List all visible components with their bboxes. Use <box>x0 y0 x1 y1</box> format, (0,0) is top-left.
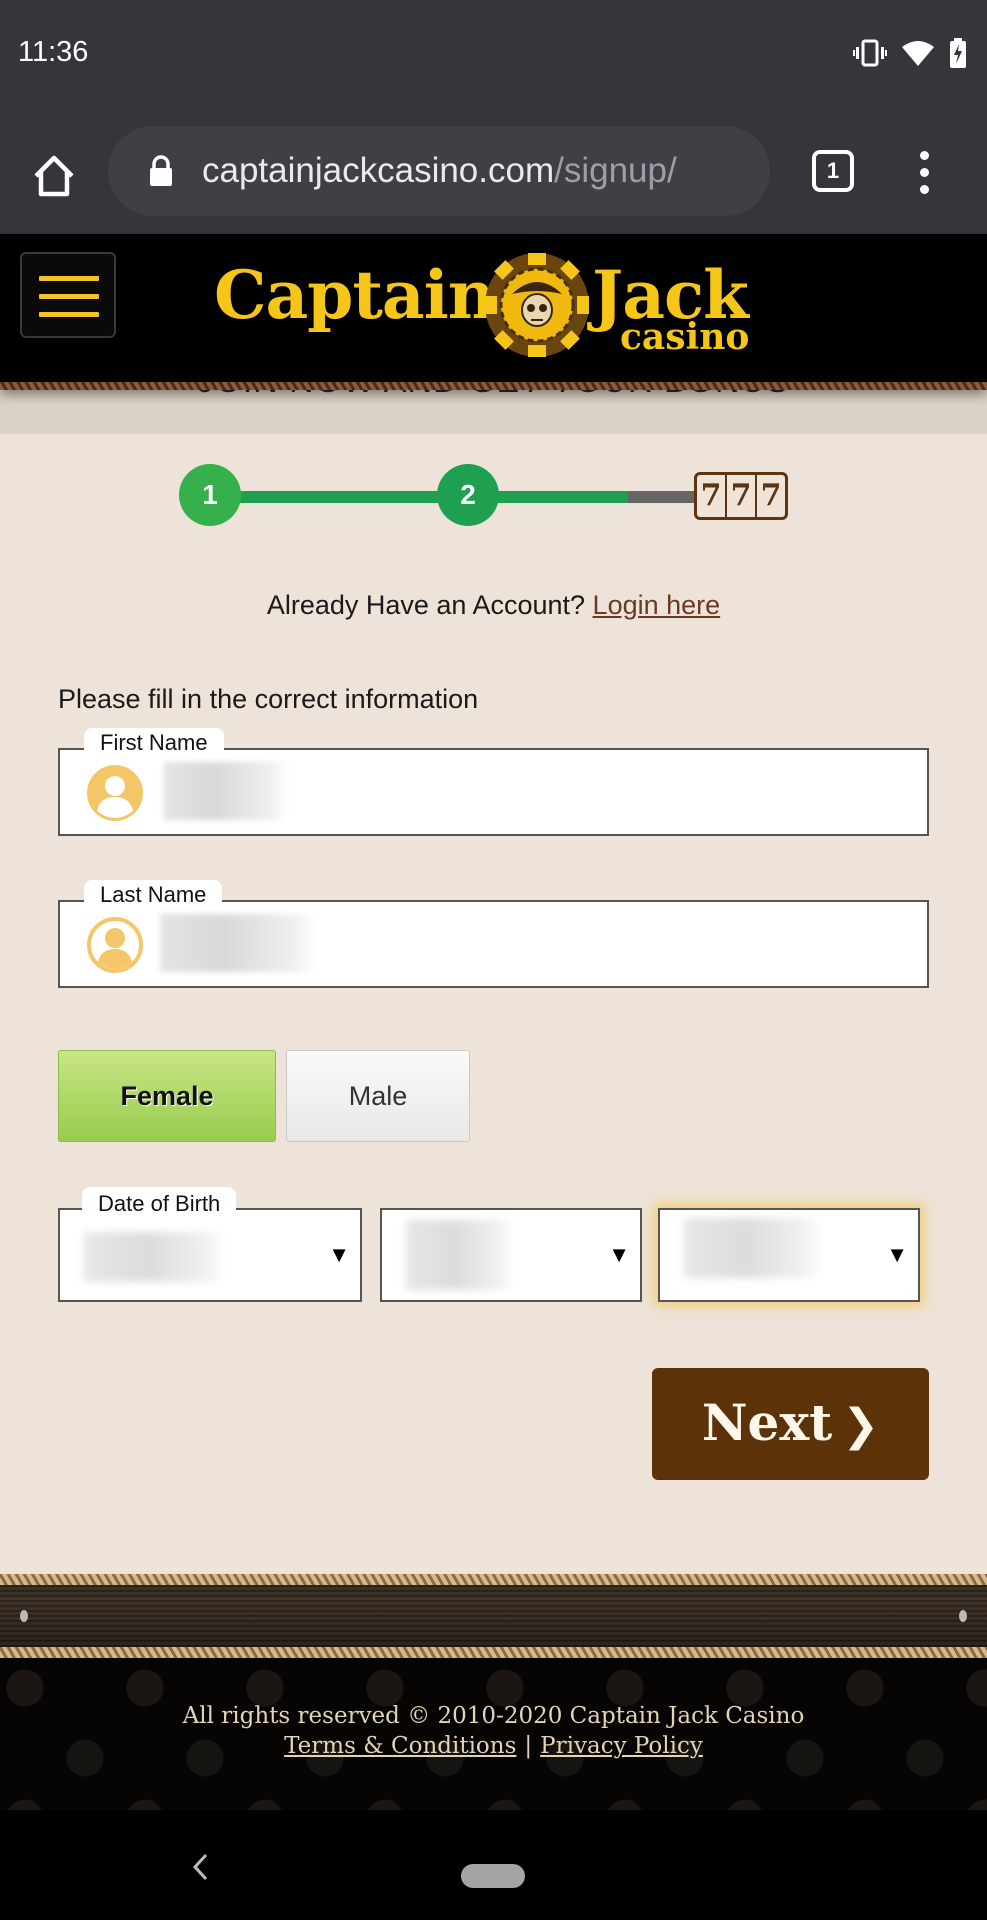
status-bar: 11:36 <box>0 0 987 110</box>
dropdown-arrow-icon: ▼ <box>608 1242 630 1267</box>
vibrate-icon <box>853 39 887 67</box>
home-button[interactable] <box>28 150 80 202</box>
copyright-text: All rights reserved © 2010-2020 Captain … <box>182 1703 805 1729</box>
tab-count: 1 <box>826 158 840 183</box>
pirate-chip-icon <box>485 253 589 357</box>
terms-link[interactable]: Terms & Conditions <box>284 1733 516 1759</box>
logo-word-captain: Captain <box>214 256 496 334</box>
home-icon <box>34 155 74 197</box>
dob-day-select[interactable]: ▼ <box>58 1208 362 1302</box>
dob-year-value-redacted <box>684 1218 822 1278</box>
home-pill-button[interactable] <box>461 1864 525 1888</box>
tabs-button[interactable]: 1 <box>812 150 854 192</box>
nail-icon <box>20 1610 28 1622</box>
footer-links: Terms & Conditions | Privacy Policy <box>0 1733 987 1759</box>
account-prompt-text: Already Have an Account? <box>266 590 586 620</box>
dropdown-arrow-icon: ▼ <box>328 1242 350 1267</box>
more-vert-icon[interactable] <box>912 148 936 196</box>
login-link[interactable]: Login here <box>593 590 721 620</box>
wifi-icon <box>902 41 934 66</box>
url-path: /signup/ <box>554 151 677 190</box>
system-nav-bar <box>0 1810 987 1920</box>
step-2-indicator: 2 <box>437 464 499 526</box>
hamburger-icon <box>39 276 99 281</box>
next-label: Next <box>701 1393 833 1452</box>
dropdown-arrow-icon: ▼ <box>886 1242 908 1267</box>
gender-toggle: Female Male <box>58 1050 470 1142</box>
status-icons <box>853 38 967 68</box>
gender-male-button[interactable]: Male <box>286 1050 470 1142</box>
hamburger-menu-button[interactable] <box>20 252 116 338</box>
dob-month-value-redacted <box>406 1220 514 1290</box>
dob-label: Date of Birth <box>82 1187 237 1221</box>
link-separator: | <box>524 1733 533 1759</box>
battery-charging-icon <box>950 38 966 68</box>
wooden-board-divider <box>0 1574 987 1658</box>
captain-jack-logo[interactable]: Captain Jack casino <box>210 244 780 364</box>
first-name-label: First Name <box>84 728 224 760</box>
slot-symbol: 7 <box>697 475 727 517</box>
privacy-link[interactable]: Privacy Policy <box>540 1733 703 1759</box>
dob-month-select[interactable]: ▼ <box>380 1208 642 1302</box>
slot-symbol: 7 <box>727 475 757 517</box>
user-icon <box>87 917 143 973</box>
lock-icon <box>150 155 172 186</box>
first-name-value-redacted <box>164 762 288 820</box>
nail-icon <box>959 1610 967 1622</box>
site-header: Captain Jack casino <box>0 234 987 390</box>
url-domain: captainjackcasino.com <box>202 151 555 190</box>
last-name-value-redacted <box>160 914 316 972</box>
browser-toolbar: captainjackcasino.com/signup/ 1 <box>0 110 987 234</box>
address-bar[interactable]: captainjackcasino.com/signup/ <box>108 126 770 216</box>
signup-progress: 1 2 7 7 7 <box>178 464 788 530</box>
step-777-slot-icon: 7 7 7 <box>694 472 788 520</box>
slot-symbol: 7 <box>760 478 782 513</box>
back-icon[interactable] <box>190 1852 210 1882</box>
account-prompt: Already Have an Account? Login here <box>0 590 987 621</box>
step-1-indicator: 1 <box>179 464 241 526</box>
dob-day-value-redacted <box>84 1232 226 1282</box>
user-icon <box>87 765 143 821</box>
first-name-field[interactable]: First Name <box>58 728 929 836</box>
header-rope-divider <box>0 382 987 390</box>
last-name-field[interactable]: Last Name <box>58 880 929 988</box>
promo-banner: JOIN NOW AND GET YOUR BONUS <box>0 384 987 434</box>
gender-female-button[interactable]: Female <box>58 1050 276 1142</box>
url-text: captainjackcasino.com/signup/ <box>202 151 677 191</box>
logo-word-casino: casino <box>620 316 750 358</box>
status-time: 11:36 <box>18 36 89 68</box>
chevron-right-icon: ❯ <box>842 1400 880 1451</box>
site-footer: All rights reserved © 2010-2020 Captain … <box>0 1658 987 1810</box>
next-button[interactable]: Next ❯ <box>652 1368 929 1480</box>
dob-year-select[interactable]: ▼ <box>658 1208 920 1302</box>
last-name-label: Last Name <box>84 880 223 912</box>
signup-page: JOIN NOW AND GET YOUR BONUS 1 2 7 7 7 Al… <box>0 384 987 1574</box>
form-instructions: Please fill in the correct information <box>58 684 479 714</box>
